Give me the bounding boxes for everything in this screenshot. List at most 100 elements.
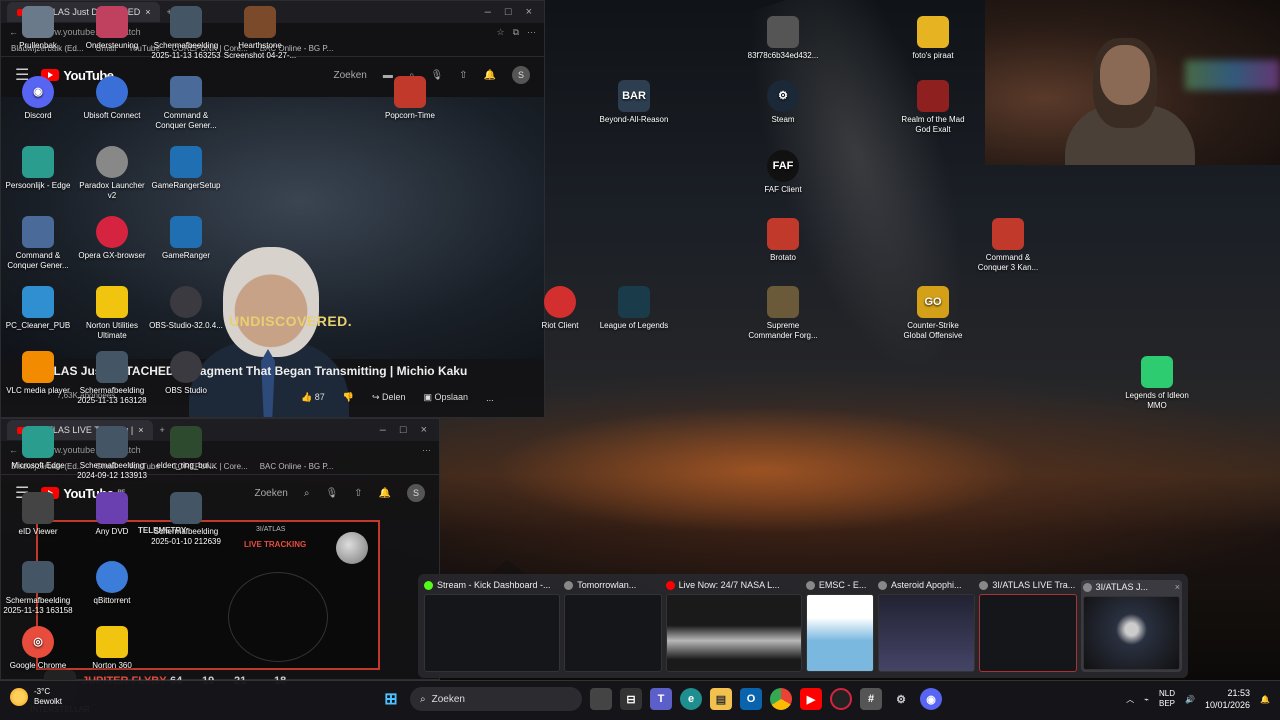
menu-dots-icon[interactable]: ⋯	[527, 27, 536, 38]
desktop-icon-elden-ring[interactable]: elden_ring_bui...	[148, 426, 224, 471]
thumbnail-item[interactable]: Stream - Kick Dashboard -...	[424, 580, 561, 672]
close-preview-icon[interactable]: ×	[1175, 582, 1180, 592]
like-button[interactable]: 👍 87	[301, 392, 325, 403]
desktop-icon-faf[interactable]: FAF FAF Client	[745, 150, 821, 195]
desktop-icon-riot[interactable]: Riot Client	[522, 286, 598, 331]
search-icon[interactable]: ⌕	[304, 488, 310, 499]
file-explorer-icon[interactable]: ▤	[710, 688, 732, 710]
desktop-icon-hearthstone[interactable]: Hearthstone Screenshot 04-27-...	[222, 6, 298, 61]
desktop-icon-obs[interactable]: OBS Studio	[148, 351, 224, 396]
share-button[interactable]: ↪ Delen	[372, 392, 406, 403]
desktop-icon-schermafbeelding2[interactable]: Schermafbeelding 2025-11-13 163128	[74, 351, 150, 406]
desktop-icon-chrome[interactable]: ◎ Google Chrome	[0, 626, 76, 671]
bookmark-item[interactable]: BAC Online - BG P...	[260, 462, 334, 471]
desktop-icon-norton-utilities[interactable]: Norton Utilities Ultimate	[74, 286, 150, 341]
thumbnail-item[interactable]: 3I/ATLAS LIVE Tra...	[979, 580, 1077, 672]
edge-icon[interactable]: e	[680, 688, 702, 710]
desktop-icon-edge-personal[interactable]: Persoonlijk - Edge	[0, 146, 76, 191]
desktop-icon-qbittorrent[interactable]: qBittorrent	[74, 561, 150, 606]
desktop-icon-ubisoft[interactable]: Ubisoft Connect	[74, 76, 150, 121]
desktop-icon-brotato[interactable]: Brotato	[745, 218, 821, 263]
more-button[interactable]: ...	[486, 393, 494, 403]
desktop-icon-schermafbeelding4[interactable]: Schermafbeelding 2025-01-10 212639	[148, 492, 224, 547]
desktop-icon-ondersteuning[interactable]: Ondersteuning	[74, 6, 150, 51]
desktop-icon-bar[interactable]: BAR Beyond-All-Reason	[596, 80, 672, 125]
avatar[interactable]: S	[512, 66, 530, 84]
bell-icon[interactable]: 🔔	[484, 70, 496, 81]
close-window-icon[interactable]: ×	[526, 6, 532, 18]
clock[interactable]: 21:53 10/01/2026	[1205, 687, 1250, 711]
store-icon[interactable]: ⊟	[620, 688, 642, 710]
youtube-icon[interactable]: ▶	[800, 688, 822, 710]
desktop-icon-csgo[interactable]: GO Counter-Strike Global Offensive	[895, 286, 971, 341]
task-view-icon[interactable]	[590, 688, 612, 710]
maximize-icon[interactable]: □	[400, 424, 407, 436]
avatar[interactable]: S	[407, 484, 425, 502]
maximize-icon[interactable]: □	[505, 6, 512, 18]
desktop-icon-hash[interactable]: 83f78c6b34ed432...	[745, 16, 821, 61]
microphone-icon[interactable]: 🎙	[325, 488, 338, 499]
desktop-icon-obs32[interactable]: OBS-Studio-32.0.4...	[148, 286, 224, 331]
search-input[interactable]: Zoeken	[333, 70, 366, 81]
thumbnail-item[interactable]: EMSC - E...	[805, 580, 874, 672]
thumbnail-item[interactable]: Tomorrowlan...	[564, 580, 662, 672]
schermafbeelding3-icon	[96, 426, 128, 458]
volume-icon[interactable]: 🔊	[1185, 695, 1195, 704]
desktop-icon-cnc3[interactable]: Command & Conquer 3 Kan...	[970, 218, 1046, 273]
favorite-star-icon[interactable]: ☆	[496, 27, 504, 38]
save-button[interactable]: ▣ Opslaan	[424, 392, 469, 403]
desktop-icon-schermafbeelding3[interactable]: Schermafbeelding 2024-09-12 133913	[74, 426, 150, 481]
minimize-icon[interactable]: –	[485, 6, 491, 18]
calculator-icon[interactable]: #	[860, 688, 882, 710]
desktop-icon-popcorn[interactable]: Popcorn-Time	[372, 76, 448, 121]
extensions-icon[interactable]: ⧉	[513, 27, 519, 38]
desktop-icon-paradox[interactable]: Paradox Launcher v2	[74, 146, 150, 201]
desktop-icon-schermafbeelding5[interactable]: Schermafbeelding 2025-11-13 163158	[0, 561, 76, 616]
chevron-up-icon[interactable]: ︿	[1126, 694, 1134, 705]
network-icon[interactable]: ⌁	[1144, 695, 1149, 704]
desktop-icon-eid[interactable]: eID Viewer	[0, 492, 76, 537]
desktop-icon-norton360[interactable]: Norton 360	[74, 626, 150, 671]
chrome-icon[interactable]	[770, 688, 792, 710]
search-input[interactable]: Zoeken	[254, 488, 287, 499]
teams-icon[interactable]: T	[650, 688, 672, 710]
desktop-icon-prullenbak[interactable]: Prullenbak	[0, 6, 76, 51]
desktop-icon-fotos-piraat[interactable]: foto's piraat	[895, 16, 971, 61]
thumbnail-item[interactable]: Live Now: 24/7 NASA L...	[665, 580, 802, 672]
opera-gx-icon[interactable]	[830, 688, 852, 710]
taskbar-search-box[interactable]: ⌕ Zoeken	[410, 687, 582, 711]
windows-start-icon[interactable]: ⊞	[380, 688, 402, 710]
thumbnail-item[interactable]: 3I/ATLAS J... ×	[1080, 580, 1182, 672]
desktop-icon-any-dvd[interactable]: Any DVD	[74, 492, 150, 537]
menu-dots-icon[interactable]: ⋯	[422, 445, 431, 456]
desktop-icon-supcom[interactable]: Supreme Commander Forg...	[745, 286, 821, 341]
desktop-icon-legends-idleon[interactable]: Legends of Idleon MMO	[1119, 356, 1195, 411]
desktop-icon-vlc[interactable]: VLC media player	[0, 351, 76, 396]
language-indicator[interactable]: NLD BEP	[1159, 689, 1175, 709]
upload-icon[interactable]: ⇧	[354, 488, 362, 499]
desktop-icon-gameranger[interactable]: GameRanger	[148, 216, 224, 261]
thumbnail-item[interactable]: Asteroid Apophi...	[878, 580, 976, 672]
desktop-icon-pc-cleaner[interactable]: PC_Cleaner_PUB	[0, 286, 76, 331]
outlook-icon[interactable]: O	[740, 688, 762, 710]
desktop-icon-cnc-generals2[interactable]: Command & Conquer Gener...	[0, 216, 76, 271]
desktop-icon-cnc-generals[interactable]: Command & Conquer Gener...	[148, 76, 224, 131]
panel-live-label: LIVE TRACKING	[244, 540, 307, 549]
upload-icon[interactable]: ⇧	[459, 70, 467, 81]
desktop-icon-lol[interactable]: League of Legends	[596, 286, 672, 331]
desktop-icon-gameranger-setup[interactable]: GameRangerSetup	[148, 146, 224, 191]
desktop-icon-opera-gx[interactable]: Opera GX-browser	[74, 216, 150, 261]
minimize-icon[interactable]: –	[380, 424, 386, 436]
settings-gear-icon[interactable]: ⚙	[890, 688, 912, 710]
desktop-icon-edge[interactable]: Microsoft Edge	[0, 426, 76, 471]
desktop-icon-steam[interactable]: ⚙ Steam	[745, 80, 821, 125]
desktop-icon-discord[interactable]: ◉ Discord	[0, 76, 76, 121]
desktop-icon-schermafbeelding1[interactable]: Schermafbeelding 2025-11-13 163253	[148, 6, 224, 61]
weather-widget[interactable]: -3°C Bewolkt	[10, 687, 62, 707]
dislike-icon[interactable]: 👎	[343, 392, 354, 403]
close-window-icon[interactable]: ×	[421, 424, 427, 436]
bell-icon[interactable]: 🔔	[379, 488, 391, 499]
discord-icon[interactable]: ◉	[920, 688, 942, 710]
desktop-icon-realm[interactable]: Realm of the Mad God Exalt	[895, 80, 971, 135]
notification-bell-icon[interactable]: 🔔	[1260, 695, 1270, 704]
